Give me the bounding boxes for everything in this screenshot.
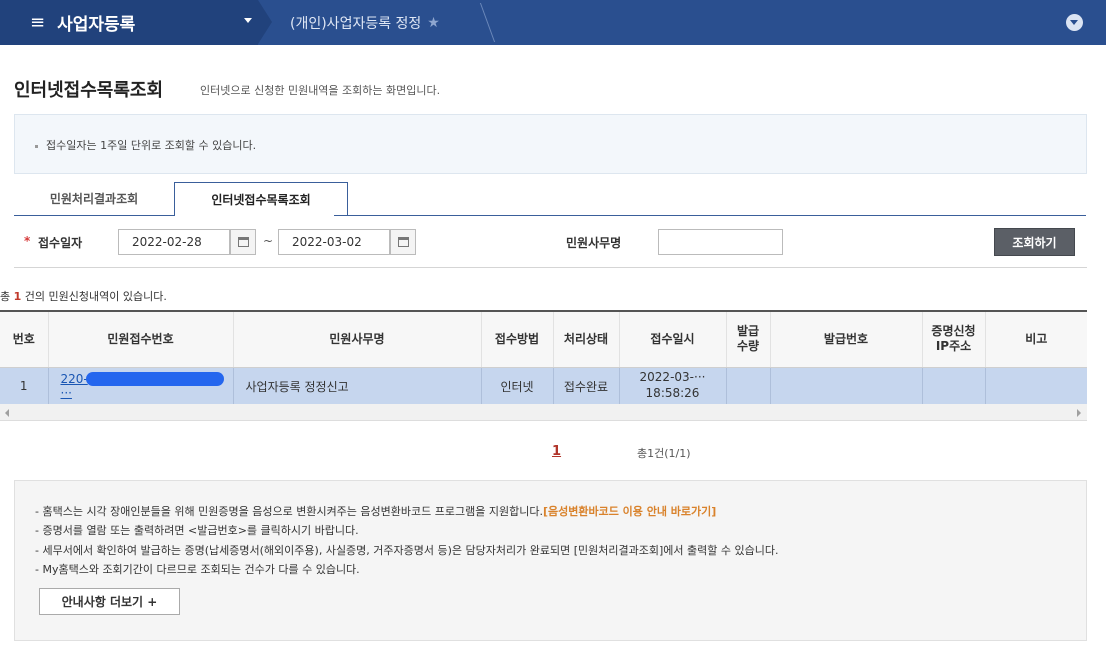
breadcrumb-arrow xyxy=(258,0,272,44)
breadcrumb-label[interactable]: (개인)사업자등록 정정 xyxy=(290,13,421,33)
column-header[interactable]: 번호 xyxy=(0,310,49,368)
bullet-icon xyxy=(35,144,38,148)
column-header[interactable]: 접수방법 xyxy=(481,310,554,368)
tab-internet-receipt-list[interactable]: 인터넷접수목록조회 xyxy=(174,182,348,216)
issue-number[interactable] xyxy=(770,367,923,406)
required-mark: * xyxy=(24,234,31,248)
table-row[interactable]: 1 220-··· 사업자등록 정정신고 인터넷 접수완료 2022-03-··… xyxy=(0,367,1087,406)
info-line-3: - 세무서에서 확인하여 발급하는 증명(납세증명서(해외이주용), 사실증명,… xyxy=(35,544,779,557)
page-title: 인터넷접수목록조회 xyxy=(14,80,164,101)
column-header[interactable]: 처리상태 xyxy=(553,310,620,368)
service-name-label: 민원사무명 xyxy=(566,236,622,250)
row-number: 1 xyxy=(0,367,49,406)
date-range-separator: ~ xyxy=(263,234,274,248)
breadcrumb-divider xyxy=(462,3,496,42)
breadcrumb[interactable]: (개인)사업자등록 정정 ★ xyxy=(290,0,440,45)
star-icon[interactable]: ★ xyxy=(427,15,440,31)
tab-result-inquiry[interactable]: 민원처리결과조회 xyxy=(14,182,174,216)
date-label: 접수일자 xyxy=(38,236,83,250)
page-number-current[interactable]: 1 xyxy=(552,444,561,459)
info-text-1: - 홈택스는 시각 장애인분들을 위해 민원증명을 음성으로 변환시켜주는 음성… xyxy=(35,505,543,518)
count-prefix: 총 xyxy=(0,290,14,303)
scroll-left-icon[interactable] xyxy=(5,409,9,417)
count-suffix: 건의 민원신청내역이 있습니다. xyxy=(21,290,167,303)
remarks xyxy=(985,367,1087,406)
info-line-2: - 증명서를 열람 또는 출력하려면 <발급번호>를 클릭하시기 바랍니다. xyxy=(35,524,359,537)
column-header[interactable]: 민원사무명 xyxy=(233,310,482,368)
top-header-bar: ≡ 사업자등록 (개인)사업자등록 정정 ★ xyxy=(0,0,1106,45)
info-line-1: - 홈택스는 시각 장애인분들을 위해 민원증명을 음성으로 변환시켜주는 음성… xyxy=(35,503,716,519)
info-line-4: - My홈택스와 조회기간이 다르므로 조회되는 건수가 다를 수 있습니다. xyxy=(35,563,360,576)
search-form: * 접수일자 2022-02-28 ~ 2022-03-02 민원사무명 조회하… xyxy=(14,216,1087,268)
info-box: - 홈택스는 시각 장애인분들을 위해 민원증명을 음성으로 변환시켜주는 음성… xyxy=(14,480,1087,641)
result-count-message: 총 1 건의 민원신청내역이 있습니다. xyxy=(0,288,167,304)
calendar-icon xyxy=(237,237,249,247)
calendar-to-button[interactable] xyxy=(390,229,416,255)
receipt-number-ellipsis[interactable]: ··· xyxy=(61,386,72,400)
horizontal-scrollbar[interactable] xyxy=(0,404,1087,421)
page-subtitle: 인터넷으로 신청한 민원내역을 조회하는 화면입니다. xyxy=(200,84,441,97)
menu-title[interactable]: 사업자등록 xyxy=(57,10,135,35)
results-table: 번호 민원접수번호 민원사무명 접수방법 처리상태 접수일시 발급 수량 발급번… xyxy=(0,310,1087,406)
process-status: 접수완료 xyxy=(553,367,620,406)
barcode-guide-link[interactable]: [음성변환바코드 이용 안내 바로가기] xyxy=(543,505,716,518)
column-header[interactable]: 비고 xyxy=(985,310,1087,368)
scroll-right-icon[interactable] xyxy=(1077,409,1081,417)
more-info-button[interactable]: 안내사항 더보기 + xyxy=(39,588,180,615)
chevron-down-icon[interactable] xyxy=(1066,14,1083,31)
notice-text: 접수일자는 1주일 단위로 조회할 수 있습니다. xyxy=(46,139,257,152)
column-header[interactable]: 증명신청 IP주소 xyxy=(922,310,986,368)
request-ip xyxy=(922,367,986,406)
column-header[interactable]: 발급 수량 xyxy=(726,310,771,368)
caret-down-icon[interactable] xyxy=(244,18,252,23)
calendar-icon xyxy=(397,237,409,247)
menu-dropdown[interactable]: ≡ 사업자등록 xyxy=(0,0,258,45)
receipt-datetime: 2022-03-··· 18:58:26 xyxy=(619,367,727,406)
redaction-mark xyxy=(85,372,224,387)
notice-box: 접수일자는 1주일 단위로 조회할 수 있습니다. xyxy=(14,114,1087,174)
hamburger-icon[interactable]: ≡ xyxy=(30,13,45,32)
service-name-input[interactable] xyxy=(658,229,783,255)
column-header[interactable]: 발급번호 xyxy=(770,310,923,368)
column-header[interactable]: 접수일시 xyxy=(619,310,727,368)
page-info: 총1건(1/1) xyxy=(637,447,691,460)
receipt-time: 18:58:26 xyxy=(645,386,700,400)
notice-line: 접수일자는 1주일 단위로 조회할 수 있습니다. xyxy=(35,137,256,153)
date-to-input[interactable]: 2022-03-02 xyxy=(278,229,390,255)
receipt-number-prefix[interactable]: 220- xyxy=(61,372,88,386)
issue-quantity xyxy=(726,367,771,406)
service-name: 사업자등록 정정신고 xyxy=(233,367,482,406)
column-header[interactable]: 민원접수번호 xyxy=(48,310,234,368)
receipt-method: 인터넷 xyxy=(481,367,554,406)
receipt-date: 2022-03-··· xyxy=(639,370,706,385)
calendar-from-button[interactable] xyxy=(230,229,256,255)
table-header-row: 번호 민원접수번호 민원사무명 접수방법 처리상태 접수일시 발급 수량 발급번… xyxy=(0,310,1087,368)
search-button[interactable]: 조회하기 xyxy=(994,228,1075,256)
date-from-input[interactable]: 2022-02-28 xyxy=(118,229,230,255)
receipt-number-link[interactable]: 220-··· xyxy=(48,367,234,406)
